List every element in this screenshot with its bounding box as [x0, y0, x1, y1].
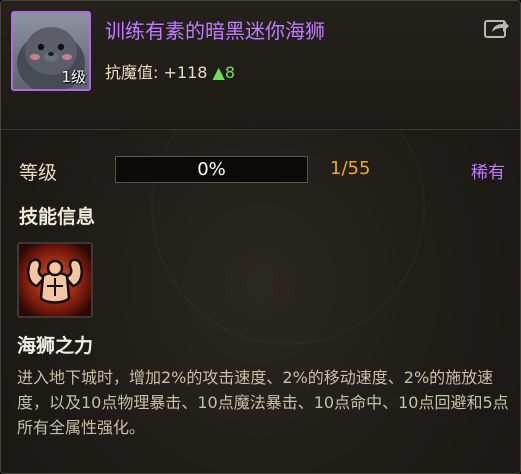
- experience-count: 1/55: [330, 158, 371, 179]
- level-progress-bar: 0%: [115, 156, 308, 183]
- stat-bonus: ▲8: [212, 63, 236, 82]
- level-row: 等级 0% 1/55 稀有: [17, 156, 507, 186]
- flexing-strongman-icon[interactable]: [17, 242, 93, 318]
- progress-percent: 0%: [197, 159, 226, 180]
- skill-description: 进入地下城时，增加2%的攻击速度、2%的移动速度、2%的施放速度，以及10点物理…: [17, 368, 509, 437]
- seal-portrait-icon: 1级: [11, 11, 91, 91]
- share-export-icon[interactable]: [484, 17, 510, 39]
- tooltip-header: 1级 训练有素的暗黑迷你海狮 抗魔值: +118 ▲8: [1, 1, 520, 130]
- stat-value: +118: [163, 63, 208, 82]
- skill-name: 海狮之力: [17, 335, 94, 357]
- skill-section-title: 技能信息: [19, 206, 96, 228]
- stat-label: 抗魔值:: [105, 63, 159, 82]
- level-label: 等级: [19, 162, 58, 184]
- item-tooltip-panel: 1级 训练有素的暗黑迷你海狮 抗魔值: +118 ▲8 等级 0% 1/55 稀…: [0, 0, 521, 474]
- magic-resist-stat: 抗魔值: +118 ▲8: [105, 59, 235, 83]
- rarity-label: 稀有: [471, 163, 505, 183]
- pet-level-badge: 1级: [61, 68, 86, 86]
- item-name: 训练有素的暗黑迷你海狮: [105, 19, 325, 43]
